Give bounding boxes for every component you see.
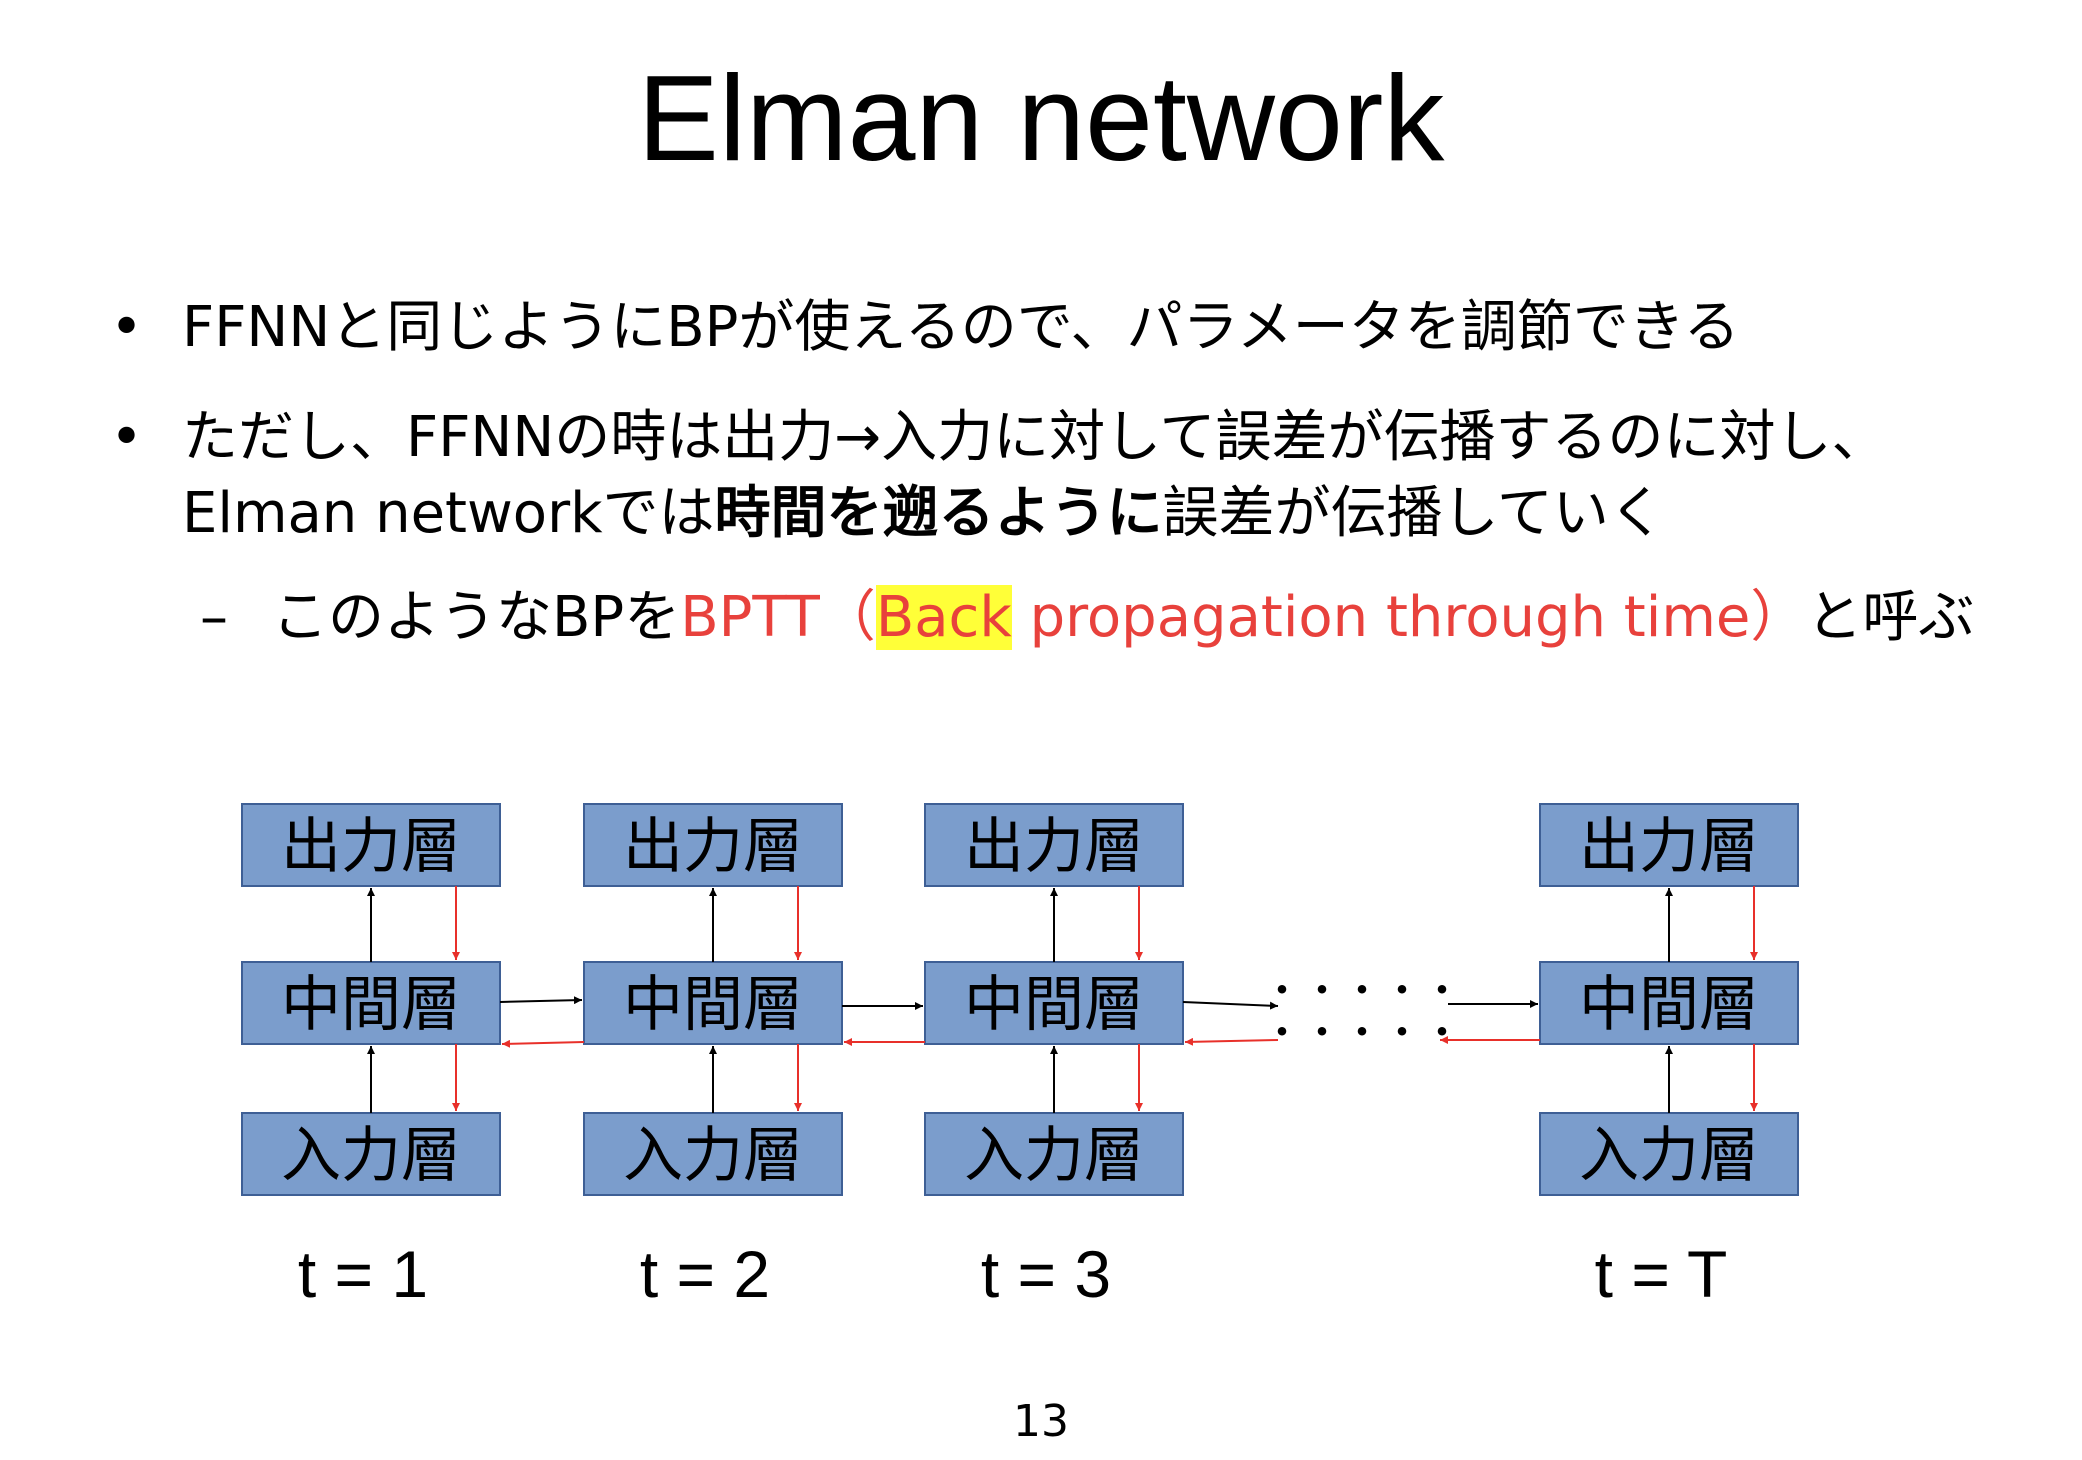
time-step-label: t = 1 <box>298 1237 428 1311</box>
out-layer-label: 出力層 <box>964 812 1144 882</box>
hid-layer-label: 中間層 <box>964 970 1144 1040</box>
inp-layer-label: 入力層 <box>623 1121 803 1191</box>
time-step-label: t = T <box>1595 1237 1728 1311</box>
inp-layer-label: 入力層 <box>281 1121 461 1191</box>
page-number: 13 <box>1013 1396 1069 1447</box>
inp-layer-label: 入力層 <box>1579 1121 1759 1191</box>
time-step-label: t = 3 <box>981 1237 1111 1311</box>
elman-unrolled-diagram: 出力層中間層入力層 t = 1 出力層中間層入力層 t = 2 出力層中間層入力層 t =… <box>241 803 1799 1311</box>
hid-layer-label: 中間層 <box>623 970 803 1040</box>
out-layer-label: 出力層 <box>1579 812 1759 882</box>
recurrent-forward-arrow <box>499 996 583 1005</box>
hid-layer-label: 中間層 <box>1579 970 1759 1040</box>
hid-layer-label: 中間層 <box>281 970 461 1040</box>
inp-layer-label: 入力層 <box>964 1121 1144 1191</box>
backprop-through-time-arrow <box>501 1039 585 1048</box>
time-step-label: t = 2 <box>640 1237 770 1311</box>
ellipsis-dots: ・・・・・ <box>1262 1010 1462 1056</box>
out-layer-label: 出力層 <box>623 812 803 882</box>
out-layer-label: 出力層 <box>281 812 461 882</box>
ellipsis-dots: ・・・・・ <box>1262 968 1462 1014</box>
